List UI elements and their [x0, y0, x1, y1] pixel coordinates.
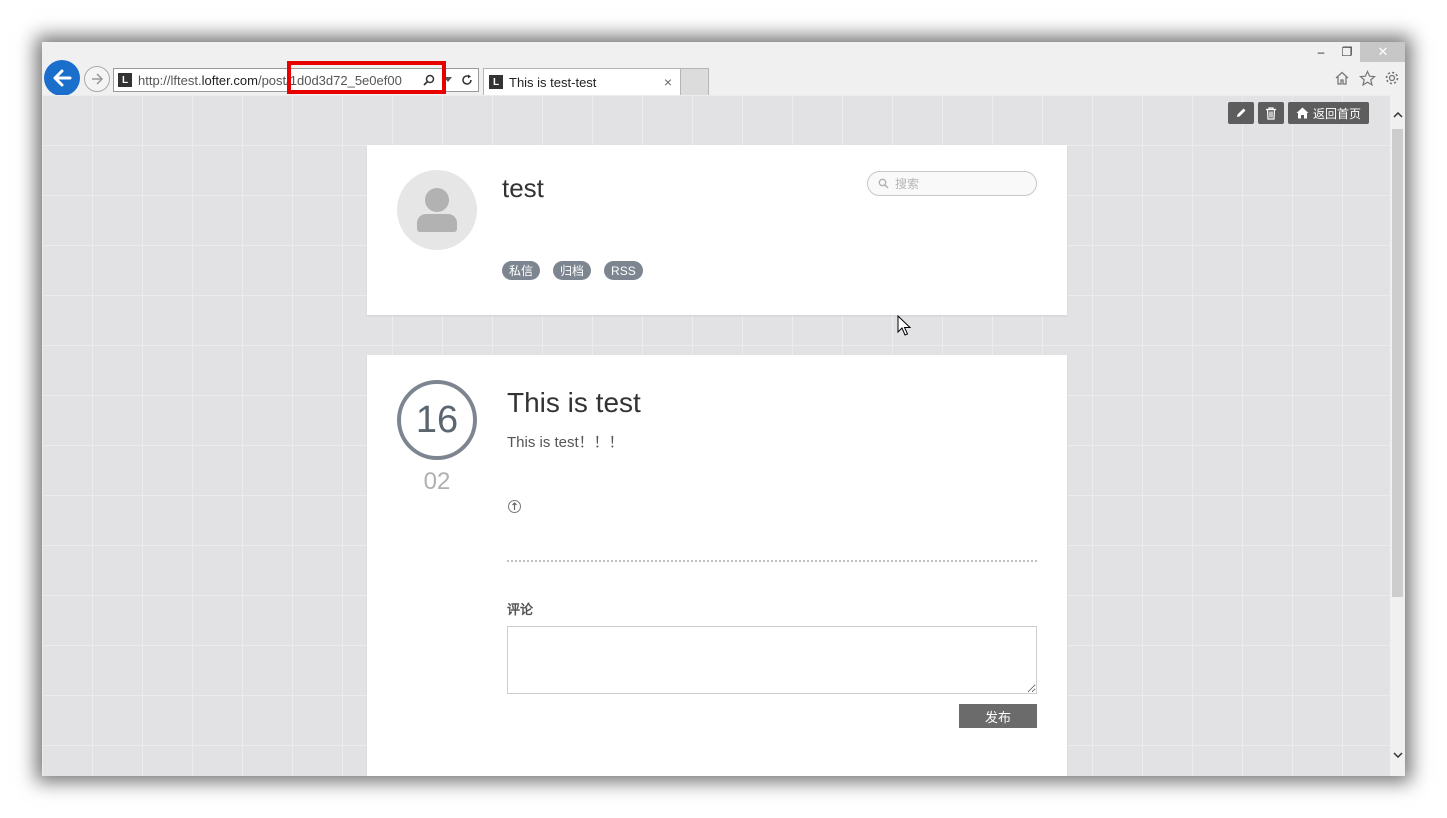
avatar[interactable] — [397, 170, 477, 250]
pencil-icon — [1237, 108, 1246, 117]
vertical-scrollbar[interactable] — [1390, 95, 1405, 776]
publish-button[interactable]: 发布 — [959, 704, 1037, 728]
comment-input[interactable] — [507, 626, 1037, 694]
back-button[interactable] — [44, 60, 80, 96]
rss-link[interactable]: RSS — [604, 261, 643, 280]
info-icon[interactable] — [508, 500, 521, 513]
back-to-home-label: 返回首页 — [1312, 106, 1361, 121]
star-icon[interactable] — [1357, 68, 1377, 88]
delete-button[interactable] — [1258, 102, 1284, 124]
comment-label: 评论 — [507, 602, 534, 617]
message-link[interactable]: 私信 — [502, 261, 541, 280]
tab-favicon: L — [489, 75, 503, 89]
close-button[interactable]: ✕ — [1360, 42, 1405, 62]
new-tab-button[interactable] — [681, 68, 709, 95]
site-favicon: L — [118, 73, 132, 87]
blog-name[interactable]: test — [502, 173, 544, 204]
edit-button[interactable] — [1228, 102, 1254, 124]
tab-close-icon[interactable]: × — [660, 74, 676, 90]
tab-title: This is test-test — [509, 74, 597, 90]
scroll-thumb[interactable] — [1392, 129, 1403, 597]
profile-links: 私信 归档 RSS — [502, 261, 643, 280]
home-icon[interactable] — [1332, 68, 1352, 88]
avatar-head-shape — [425, 188, 449, 212]
search-input[interactable]: 搜索 — [867, 171, 1037, 196]
scroll-up-icon[interactable] — [1390, 105, 1405, 125]
url-highlight-box — [287, 61, 446, 94]
avatar-body-shape — [417, 214, 457, 232]
browser-window: – ❐ ✕ L http://lftest.lofter.com/post/1d… — [42, 42, 1405, 776]
forward-arrow-icon — [92, 73, 104, 85]
url-prefix: http://lftest. — [138, 72, 202, 88]
search-placeholder: 搜索 — [895, 177, 920, 191]
post-card: 16 02 This is test This is test！！！ 评论 发布 — [367, 355, 1067, 776]
page-content: 返回首页 test 搜索 私信 归档 RSS 16 02 This is tes… — [42, 95, 1390, 776]
home-icon — [1296, 107, 1309, 119]
gear-icon[interactable] — [1382, 68, 1402, 88]
post-divider — [507, 560, 1037, 562]
archive-link[interactable]: 归档 — [553, 261, 592, 280]
refresh-icon[interactable] — [459, 72, 475, 88]
title-bar: – ❐ ✕ L http://lftest.lofter.com/post/1d… — [42, 42, 1405, 96]
post-month: 02 — [423, 468, 451, 495]
mouse-cursor-icon — [897, 315, 911, 336]
post-day: 16 — [397, 380, 477, 460]
forward-button[interactable] — [84, 66, 110, 92]
back-to-home-button[interactable]: 返回首页 — [1288, 102, 1369, 124]
post-title[interactable]: This is test — [507, 387, 641, 419]
trash-icon — [1266, 106, 1276, 120]
minimize-button[interactable]: – — [1308, 42, 1334, 62]
post-body: This is test！！！ — [507, 434, 624, 451]
profile-card: test 搜索 私信 归档 RSS — [367, 145, 1067, 315]
url-domain: lofter.com — [201, 72, 258, 88]
maximize-button[interactable]: ❐ — [1334, 42, 1360, 62]
scroll-down-icon[interactable] — [1390, 745, 1405, 765]
back-arrow-icon — [53, 69, 72, 87]
search-icon — [878, 178, 889, 189]
browser-tab[interactable]: L This is test-test × — [483, 68, 681, 95]
top-action-buttons: 返回首页 — [1228, 102, 1369, 124]
